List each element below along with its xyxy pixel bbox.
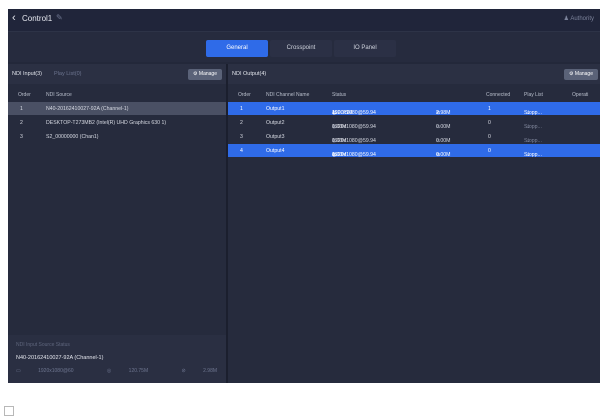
user-icon: ♟	[563, 16, 569, 22]
output-bandwidth: 0.00M	[436, 152, 451, 158]
user-label: Authority	[570, 16, 594, 22]
input-manage-label: Manage	[198, 71, 217, 77]
input-order: 1	[20, 106, 23, 112]
column-order: Order	[238, 92, 251, 98]
output-manage-label: Manage	[574, 71, 593, 77]
status-bitrate: 120.75M	[128, 368, 149, 374]
output-row[interactable]: 3 Output3 ▭ 1920x1080@59.94 ◎ 0.00M ⊘ 0.…	[228, 130, 600, 144]
input-source: DESKTOP-T273MB2 (Intel(R) UHD Graphics 6…	[46, 120, 167, 126]
output-order: 3	[240, 134, 243, 140]
output-row[interactable]: 4 Output4 ▭ 1920x1080@59.94 ◎ 0.00M ⊘ 0.…	[228, 144, 600, 158]
output-name: Output1	[266, 106, 285, 112]
input-source: S2_00000000 (Chan1)	[46, 134, 99, 140]
output-connected: 0	[488, 134, 491, 140]
output-manage-button[interactable]: ⚙ Manage	[564, 69, 598, 80]
checkbox[interactable]	[4, 406, 14, 416]
tab-ndi-input[interactable]: NDI Input(3)	[12, 71, 42, 77]
column-play-list: Play List	[524, 92, 543, 98]
window-title: Control1	[22, 14, 53, 23]
input-panel-header: NDI Input(3) Play List(0) ⚙ Manage	[8, 64, 226, 84]
output-order: 1	[240, 106, 243, 112]
input-row[interactable]: 2 DESKTOP-T273MB2 (Intel(R) UHD Graphics…	[8, 116, 226, 129]
status-source-name: N40-20162410027-92A (Channel-1)	[16, 355, 104, 361]
output-row[interactable]: 1 Output1 ▭ 1920x1080@59.94 ◎ 120.75M ⊘ …	[228, 102, 600, 116]
output-name: Output4	[266, 148, 285, 154]
output-order: 4	[240, 148, 243, 154]
input-table-header: Order NDI Source	[8, 88, 226, 101]
status-stats: ▭ 1920x1080@60 ◎ 120.75M ⊘ 2.98M	[16, 368, 249, 374]
tab-io-panel[interactable]: IO Panel	[334, 40, 396, 57]
output-row[interactable]: 2 Output2 ▭ 1920x1080@59.94 ◎ 0.00M ⊘ 0.…	[228, 116, 600, 130]
tab-general[interactable]: General	[206, 40, 268, 57]
column-status: Status	[332, 92, 347, 98]
bandwidth-icon: ⊘	[181, 368, 186, 374]
column-order: Order	[18, 92, 31, 98]
title-bar: ‹ Control1 ✎ ♟ Authority	[8, 9, 600, 32]
output-name: Output2	[266, 120, 285, 126]
input-order: 2	[20, 120, 23, 126]
chevron-down-icon: ⌄	[526, 152, 531, 158]
gear-icon: ⚙	[193, 71, 198, 77]
status-bandwidth: 2.98M	[203, 368, 218, 374]
status-label: NDI Input Source Status	[16, 342, 70, 348]
chevron-left-icon[interactable]: ‹	[12, 12, 16, 24]
app-window: ‹ Control1 ✎ ♟ Authority General Crosspo…	[8, 9, 600, 383]
tab-play-list[interactable]: Play List(0)	[54, 71, 82, 77]
input-source: N40-20162410027-92A (Channel-1)	[46, 106, 129, 112]
input-order: 3	[20, 134, 23, 140]
input-source-status: NDI Input Source Status N40-20162410027-…	[8, 335, 226, 383]
column-channel-name: NDI Channel Name	[266, 92, 310, 98]
output-connected: 0	[488, 120, 491, 126]
bitrate-icon: ◎	[106, 368, 112, 374]
gear-icon: ⚙	[569, 71, 574, 77]
column-ndi-source: NDI Source	[46, 92, 72, 98]
tab-bar: General Crosspoint IO Panel	[8, 32, 600, 62]
output-name: Output3	[266, 134, 285, 140]
output-connected: 0	[488, 148, 491, 154]
status-resolution: 1920x1080@60	[38, 368, 74, 374]
tab-crosspoint[interactable]: Crosspoint	[270, 40, 332, 57]
output-connected: 1	[488, 106, 491, 112]
ndi-output-panel: NDI Output(4) ⚙ Manage Order NDI Channel…	[228, 64, 600, 383]
column-operation: Operati	[572, 92, 589, 98]
column-connected: Connected	[486, 92, 511, 98]
monitor-icon: ▭	[16, 368, 21, 374]
output-order: 2	[240, 120, 243, 126]
input-row[interactable]: 1 N40-20162410027-92A (Channel-1)	[8, 102, 226, 115]
ndi-input-panel: NDI Input(3) Play List(0) ⚙ Manage Order…	[8, 64, 228, 383]
output-bitrate: 0.00M	[332, 152, 347, 158]
output-panel-title: NDI Output(4)	[232, 71, 267, 77]
edit-icon[interactable]: ✎	[56, 13, 63, 22]
output-panel-header: NDI Output(4) ⚙ Manage	[228, 64, 600, 84]
input-manage-button[interactable]: ⚙ Manage	[188, 69, 222, 80]
output-table-header: Order NDI Channel Name Status Connected …	[228, 88, 600, 101]
input-row[interactable]: 3 S2_00000000 (Chan1)	[8, 130, 226, 143]
user-menu[interactable]: ♟ Authority	[564, 15, 594, 22]
